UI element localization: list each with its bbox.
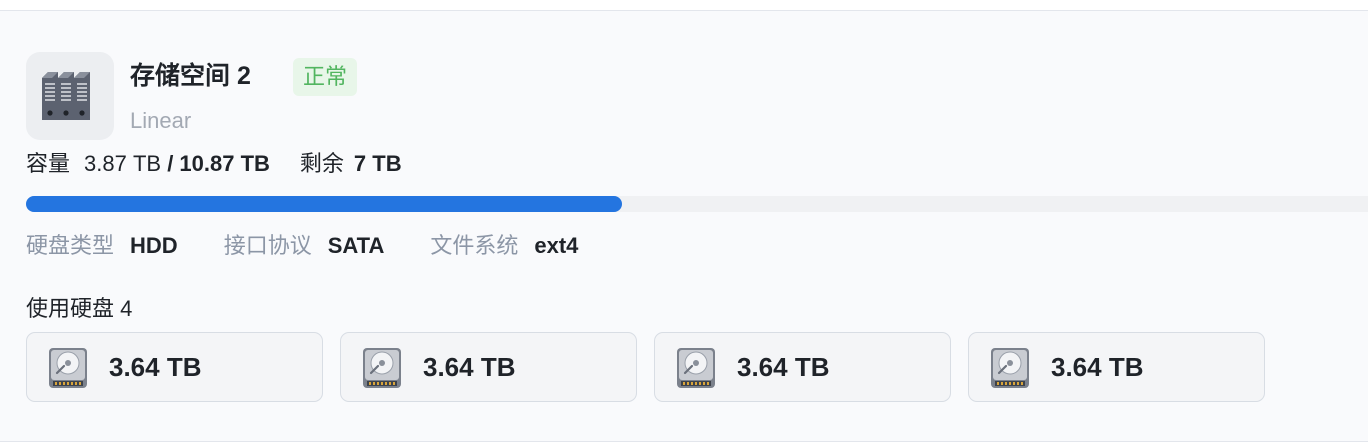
disk-card[interactable]: 3.64 TB (654, 332, 951, 402)
storage-pool-card[interactable]: 存储空间 2 正常 Linear 容量 3.87 TB / 10.87 TB 剩余 7… (0, 10, 1368, 442)
capacity-used: 3.87 TB (84, 151, 162, 176)
disks-title: 使用硬盘 4 (26, 296, 133, 321)
hdd-icon (988, 346, 1032, 395)
filesystem-label: 文件系统 (430, 233, 519, 258)
capacity-progress-fill (26, 196, 622, 212)
disk-card[interactable]: 3.64 TB (340, 332, 637, 402)
pool-name: 存储空间 2 (130, 62, 251, 90)
pool-meta: 硬盘类型 HDD 接口协议 SATA 文件系统 ext4 (26, 229, 578, 263)
disk-type-value: HDD (130, 233, 178, 258)
capacity-label: 容量 (26, 151, 71, 176)
disk-size: 3.64 TB (423, 352, 516, 382)
storage-pool-icon (26, 52, 114, 140)
disk-type-label: 硬盘类型 (26, 233, 115, 258)
disk-list: 3.64 TB 3.64 TB 3.64 TB 3.64 TB (26, 332, 1265, 402)
disk-card[interactable]: 3.64 TB (26, 332, 323, 402)
capacity-summary: 容量 3.87 TB / 10.87 TB 剩余 7 TB (26, 147, 402, 181)
capacity-progress-bar (26, 196, 1368, 212)
disk-card[interactable]: 3.64 TB (968, 332, 1265, 402)
hdd-icon (674, 346, 718, 395)
pool-type: Linear (130, 108, 192, 133)
remaining-label: 剩余 (299, 151, 344, 176)
filesystem-value: ext4 (534, 233, 579, 258)
remaining-value: 7 TB (353, 151, 402, 176)
capacity-total: / 10.87 TB (167, 151, 270, 176)
disk-size: 3.64 TB (109, 352, 202, 382)
hdd-icon (360, 346, 404, 395)
disk-size: 3.64 TB (1051, 352, 1144, 382)
hdd-icon (46, 346, 90, 395)
interface-value: SATA (327, 233, 385, 258)
disk-size: 3.64 TB (737, 352, 830, 382)
interface-label: 接口协议 (223, 233, 312, 258)
status-badge: 正常 (293, 58, 358, 96)
